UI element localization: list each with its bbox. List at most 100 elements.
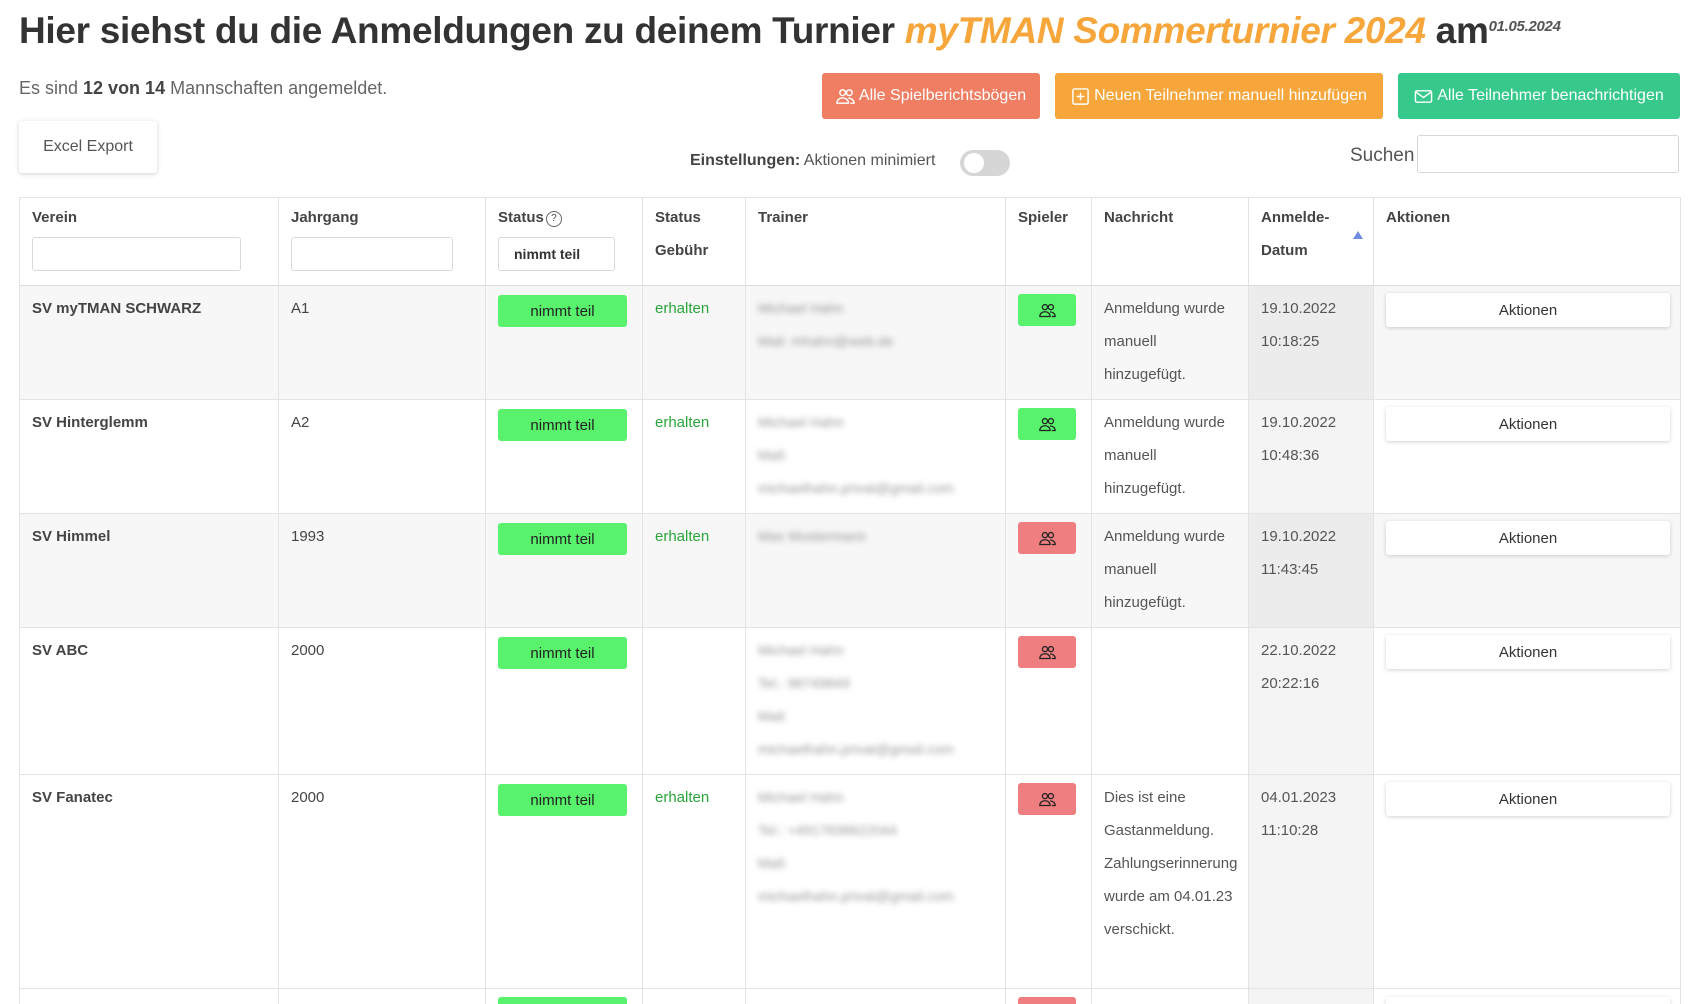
col-date-line2: Datum bbox=[1261, 242, 1308, 259]
col-jahrgang[interactable]: Jahrgang bbox=[291, 201, 359, 234]
toggle-knob bbox=[964, 153, 984, 173]
row1-status-pill[interactable]: nimmt teil bbox=[498, 295, 627, 327]
row5-jahrgang: 2000 bbox=[291, 789, 325, 806]
count-suffix: Mannschaften angemeldet. bbox=[165, 78, 388, 98]
row5-players-button[interactable] bbox=[1018, 783, 1076, 815]
tournament-name: myTMAN Sommerturnier 2024 bbox=[904, 10, 1426, 51]
col-date-line1: Anmelde- bbox=[1261, 209, 1330, 226]
excel-export-button[interactable]: Excel Export bbox=[19, 121, 157, 173]
add-participant-button[interactable]: Neuen Teilnehmer manuell hinzufügen bbox=[1055, 73, 1383, 119]
row3-actions-button[interactable]: Aktionen bbox=[1386, 521, 1670, 555]
row3-trainer-l1: Max Mustermann bbox=[758, 528, 867, 544]
row2-jahrgang: A2 bbox=[291, 414, 310, 431]
col-anmelde-datum[interactable]: Anmelde- Datum bbox=[1261, 201, 1329, 267]
search-input[interactable] bbox=[1417, 135, 1679, 173]
row1-trainer: Michael Hahn Mail: mhahn@web.de bbox=[758, 292, 894, 358]
row3-message: Anmeldung wurde manuell hinzugefügt. bbox=[1104, 528, 1225, 611]
row5-trainer-l3: Mail: bbox=[758, 855, 788, 871]
row3-trainer: Max Mustermann bbox=[758, 520, 866, 553]
row1-jahrgang: A1 bbox=[291, 300, 310, 317]
title-mid: am bbox=[1425, 10, 1489, 51]
row5-actions-button[interactable]: Aktionen bbox=[1386, 782, 1670, 816]
row4-jahrgang: 2000 bbox=[291, 642, 325, 659]
row4-date-time: 20:22:16 bbox=[1261, 675, 1320, 692]
search-label: Suchen bbox=[1350, 145, 1415, 166]
row2-message: Anmeldung wurde manuell hinzugefügt. bbox=[1104, 414, 1225, 497]
users-icon bbox=[1038, 417, 1056, 431]
row2-date-day: 19.10.2022 bbox=[1261, 414, 1337, 431]
row6-actions-button[interactable] bbox=[1386, 997, 1670, 1004]
row1-players-button[interactable] bbox=[1018, 294, 1076, 326]
row4-trainer-l1: Michael Hahn bbox=[758, 642, 844, 658]
row5-fee: erhalten bbox=[655, 789, 710, 806]
filter-jahrgang-input[interactable] bbox=[291, 237, 453, 271]
plus-square-icon bbox=[1072, 87, 1089, 105]
row3-verein: SV Himmel bbox=[32, 528, 111, 545]
col-aktionen: Aktionen bbox=[1386, 209, 1451, 226]
title-prefix: Hier siehst du die Anmeldungen zu deinem… bbox=[19, 10, 905, 51]
actions-minimized-toggle[interactable] bbox=[960, 150, 1010, 176]
row2-players-button[interactable] bbox=[1018, 408, 1076, 440]
row4-trainer-l4: michaelhahn.privat@gmail.com bbox=[758, 741, 954, 757]
registrations-table: Verein Jahrgang Status? nimmt teil Statu… bbox=[19, 197, 1681, 1004]
row5-message: Dies ist eine Gastanmeldung. Zahlungseri… bbox=[1104, 789, 1238, 938]
row4-players-button[interactable] bbox=[1018, 636, 1076, 668]
row2-trainer: Michael Hahn Mail: michaelhahn.privat@gmai… bbox=[758, 406, 954, 505]
row2-trainer-l2: Mail: bbox=[758, 447, 788, 463]
row4-actions-button[interactable]: Aktionen bbox=[1386, 635, 1670, 669]
row4-status-pill[interactable]: nimmt teil bbox=[498, 637, 627, 669]
row6-status-pill[interactable] bbox=[498, 997, 627, 1004]
row4-date: 22.10.2022 20:22:16 bbox=[1261, 634, 1336, 700]
row1-trainer-l1: Michael Hahn bbox=[758, 300, 844, 316]
row2-status-pill[interactable]: nimmt teil bbox=[498, 409, 627, 441]
row5-verein: SV Fanatec bbox=[32, 789, 113, 806]
registration-count: Es sind 12 von 14 Mannschaften angemelde… bbox=[19, 78, 387, 99]
all-reports-button[interactable]: Alle Spielberichtsbögen bbox=[822, 73, 1040, 119]
notify-all-button[interactable]: Alle Teilnehmer benachrichtigen bbox=[1398, 73, 1680, 119]
row4-trainer-l3: Mail: bbox=[758, 708, 788, 724]
row5-trainer-l1: Michael Hahn bbox=[758, 789, 844, 805]
col-status[interactable]: Status? bbox=[498, 201, 562, 234]
row4-verein: SV ABC bbox=[32, 642, 89, 659]
filter-status-select[interactable]: nimmt teil bbox=[498, 237, 615, 271]
col-status-label: Status bbox=[498, 209, 544, 226]
row3-date: 19.10.2022 11:43:45 bbox=[1261, 520, 1336, 586]
add-participant-label: Neuen Teilnehmer manuell hinzufügen bbox=[1094, 87, 1367, 104]
row5-status-pill[interactable]: nimmt teil bbox=[498, 784, 627, 816]
row1-fee: erhalten bbox=[655, 300, 710, 317]
row2-trainer-l3: michaelhahn.privat@gmail.com bbox=[758, 480, 954, 496]
count-value: 12 von 14 bbox=[83, 78, 166, 98]
settings-value: Aktionen minimiert bbox=[803, 152, 936, 169]
settings-text: Einstellungen: Aktionen minimiert bbox=[690, 152, 935, 170]
col-nachricht[interactable]: Nachricht bbox=[1104, 201, 1173, 234]
col-verein[interactable]: Verein bbox=[32, 201, 77, 234]
row1-actions-button[interactable]: Aktionen bbox=[1386, 293, 1670, 327]
row3-players-button[interactable] bbox=[1018, 522, 1076, 554]
envelope-icon bbox=[1414, 89, 1433, 103]
col-trainer[interactable]: Trainer bbox=[758, 201, 808, 234]
row1-date-time: 10:18:25 bbox=[1261, 333, 1320, 350]
row3-status-pill[interactable]: nimmt teil bbox=[498, 523, 627, 555]
all-reports-label: Alle Spielberichtsbögen bbox=[858, 87, 1027, 104]
tournament-date: 01.05.2024 bbox=[1488, 18, 1561, 35]
help-icon[interactable]: ? bbox=[545, 211, 562, 227]
sort-asc-icon bbox=[1353, 231, 1363, 239]
row5-trainer: Michael Hahn Tel.: +4917838622044 Mail: mic… bbox=[758, 781, 954, 913]
settings-label: Einstellungen: bbox=[690, 152, 801, 169]
row5-date-day: 04.01.2023 bbox=[1261, 789, 1337, 806]
row5-trainer-l2: Tel.: +4917838622044 bbox=[758, 822, 897, 838]
row4-trainer: Michael Hahn Tel.: 98749849 Mail: michaelha… bbox=[758, 634, 954, 766]
row1-message: Anmeldung wurde manuell hinzugefügt. bbox=[1104, 300, 1225, 383]
users-icon bbox=[1038, 645, 1056, 659]
row2-actions-button[interactable]: Aktionen bbox=[1386, 407, 1670, 441]
row3-date-day: 19.10.2022 bbox=[1261, 528, 1337, 545]
row6-players-button[interactable] bbox=[1018, 997, 1076, 1004]
col-status-fee[interactable]: Status Gebühr bbox=[655, 201, 708, 267]
row5-date: 04.01.2023 11:10:28 bbox=[1261, 781, 1336, 847]
users-icon bbox=[1038, 792, 1056, 806]
row2-verein: SV Hinterglemm bbox=[32, 414, 148, 431]
filter-verein-input[interactable] bbox=[32, 237, 241, 271]
col-spieler[interactable]: Spieler bbox=[1018, 201, 1068, 234]
users-icon bbox=[1038, 303, 1056, 317]
col-status-fee-line1: Status bbox=[655, 209, 701, 226]
